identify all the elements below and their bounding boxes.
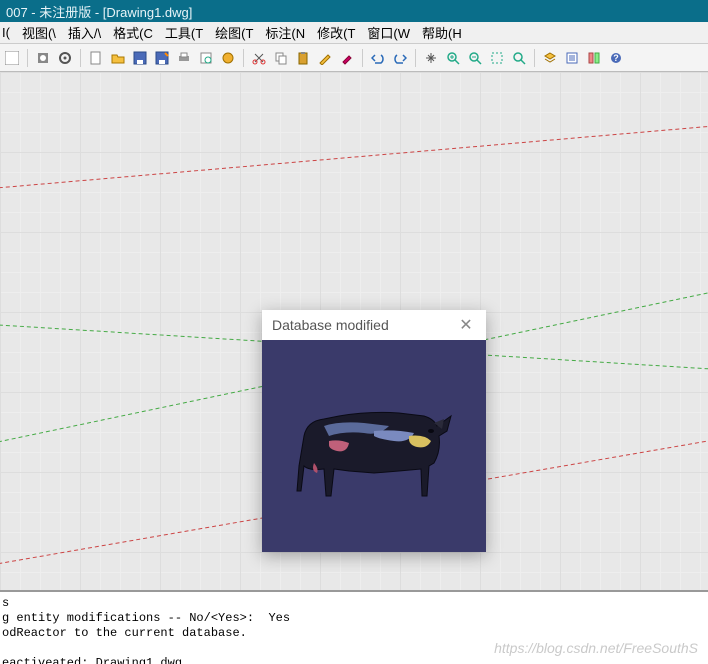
redo-icon[interactable] xyxy=(390,48,410,68)
menu-item-view[interactable]: 视图(\ xyxy=(22,23,56,42)
zoomin-icon[interactable] xyxy=(443,48,463,68)
menu-item-format[interactable]: 格式(C xyxy=(113,23,153,42)
cmd-line: odReactor to the current database. xyxy=(2,626,247,640)
dialog-titlebar[interactable]: Database modified ✕ xyxy=(262,310,486,340)
publish-icon[interactable] xyxy=(218,48,238,68)
cmd-line: g entity modifications -- No/<Yes>: Yes xyxy=(2,611,290,625)
svg-text:?: ? xyxy=(613,53,619,63)
zoomext-icon[interactable] xyxy=(509,48,529,68)
close-icon[interactable]: ✕ xyxy=(456,315,476,335)
menu-item-insert[interactable]: 插入/\ xyxy=(68,23,101,42)
copy-icon[interactable] xyxy=(271,48,291,68)
window-titlebar: 007 - 未注册版 - [Drawing1.dwg] xyxy=(0,0,708,22)
save-icon[interactable] xyxy=(130,48,150,68)
drawing-viewport[interactable]: Database modified ✕ xyxy=(0,72,708,590)
menu-item-draw[interactable]: 绘图(T xyxy=(215,23,253,42)
toolbar: ? xyxy=(0,44,708,72)
cmd-line: eactiveated: Drawing1.dwg. xyxy=(2,656,189,664)
properties-icon[interactable] xyxy=(562,48,582,68)
menu-item-help[interactable]: 帮助(H xyxy=(422,23,462,42)
dialog-body xyxy=(262,340,486,552)
menu-item-annotate[interactable]: 标注(N xyxy=(265,23,305,42)
menu-item-tools[interactable]: 工具(T xyxy=(165,23,203,42)
pan-icon[interactable] xyxy=(421,48,441,68)
dialog-title: Database modified xyxy=(272,317,389,333)
gear-icon[interactable] xyxy=(55,48,75,68)
zoomwin-icon[interactable] xyxy=(487,48,507,68)
bylayer-swatch[interactable] xyxy=(2,48,22,68)
new-icon[interactable] xyxy=(86,48,106,68)
matchprops-icon[interactable] xyxy=(315,48,335,68)
zoomout-icon[interactable] xyxy=(465,48,485,68)
cow-image xyxy=(279,381,469,511)
help-icon[interactable]: ? xyxy=(606,48,626,68)
menu-item-window[interactable]: 窗口(W xyxy=(367,23,410,42)
menu-item[interactable]: I( xyxy=(2,25,10,40)
undo-icon[interactable] xyxy=(368,48,388,68)
menu-item-modify[interactable]: 修改(T xyxy=(317,23,355,42)
menubar: I( 视图(\ 插入/\ 格式(C 工具(T 绘图(T 标注(N 修改(T 窗口… xyxy=(0,22,708,44)
cut-icon[interactable] xyxy=(249,48,269,68)
window-title: 007 - 未注册版 - [Drawing1.dwg] xyxy=(6,5,192,20)
printpreview-icon[interactable] xyxy=(196,48,216,68)
open-icon[interactable] xyxy=(108,48,128,68)
tools-icon[interactable] xyxy=(584,48,604,68)
paste-icon[interactable] xyxy=(293,48,313,68)
prefs-icon[interactable] xyxy=(33,48,53,68)
dialog-database-modified: Database modified ✕ xyxy=(262,310,486,552)
paintbrush-icon[interactable] xyxy=(337,48,357,68)
print-icon[interactable] xyxy=(174,48,194,68)
layers-icon[interactable] xyxy=(540,48,560,68)
saveas-icon[interactable] xyxy=(152,48,172,68)
command-line-area[interactable]: s g entity modifications -- No/<Yes>: Ye… xyxy=(0,590,708,664)
cmd-line: s xyxy=(2,596,9,610)
